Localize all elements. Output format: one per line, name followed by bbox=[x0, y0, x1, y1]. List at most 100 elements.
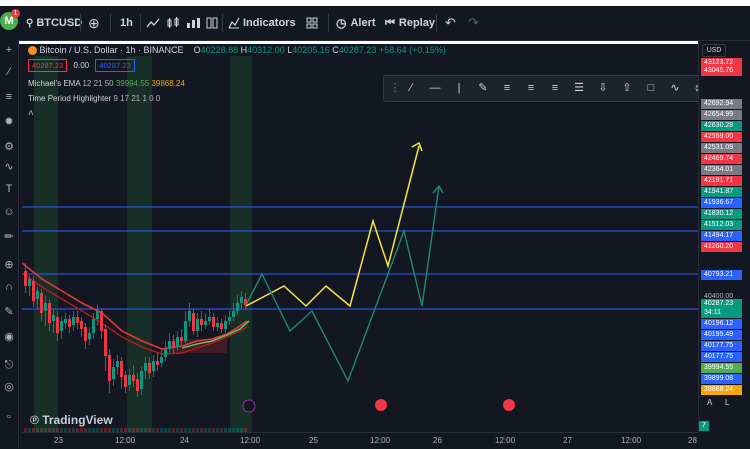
symbol-search[interactable]: ⚲ BTCUSD bbox=[26, 6, 82, 40]
redo-icon: ↷ bbox=[468, 15, 479, 30]
price-label: 39868.24 bbox=[701, 385, 742, 395]
ema-legend[interactable]: Michael's EMA 12 21 50 39994.55 39868.24 bbox=[28, 79, 185, 88]
fib-channel-icon[interactable]: ≡ bbox=[524, 81, 538, 95]
price-axis[interactable]: USD 43123.72 43045.76 42692.94 42654.99 4263… bbox=[698, 41, 750, 432]
candle-body bbox=[116, 361, 119, 367]
eye-icon[interactable]: ◎ bbox=[2, 380, 16, 394]
layout-type-button[interactable] bbox=[206, 6, 218, 40]
price-label: 41830.12 bbox=[701, 209, 742, 219]
lock-icon[interactable]: ⎋ bbox=[2, 358, 16, 372]
price-label: 42364.01 bbox=[701, 165, 742, 175]
rectangle-icon[interactable]: □ bbox=[644, 81, 658, 95]
path-icon[interactable]: ∿ bbox=[668, 81, 682, 95]
candle-type-button[interactable] bbox=[166, 6, 180, 40]
interval-label: 1h bbox=[120, 17, 133, 29]
buy-button[interactable]: 40287.23 bbox=[95, 59, 135, 72]
ruler-icon[interactable]: ✏ bbox=[2, 230, 16, 244]
candle-body bbox=[172, 341, 175, 347]
left-drawing-toolbar: + ∕ ≡ ✹ ⚙ ∿ T ☺ ✏ ⊕ ∩ ✎ ◉ ⎋ ◎ ▫ bbox=[0, 40, 19, 448]
projection-path-yellow[interactable] bbox=[245, 145, 420, 308]
candle-body bbox=[208, 317, 211, 321]
price-label: 40196.12 bbox=[701, 319, 742, 329]
separator bbox=[436, 14, 437, 32]
event-flag-icon[interactable] bbox=[242, 399, 256, 413]
time-axis[interactable]: 23 12:00 24 12:00 25 12:00 26 12:00 27 12:00 28 bbox=[22, 432, 698, 449]
parallel-channel-icon[interactable]: ≡ bbox=[500, 81, 514, 95]
currency-selector[interactable]: USD bbox=[702, 44, 726, 57]
price-label: 41936.67 bbox=[701, 198, 742, 208]
trend-line-tool-icon[interactable]: ∕ bbox=[404, 81, 418, 95]
visibility-icon[interactable]: ◉ bbox=[2, 330, 16, 344]
timezone-badge[interactable]: 7 bbox=[699, 421, 709, 431]
magnet-icon[interactable]: ∩ bbox=[2, 280, 16, 294]
candle-body bbox=[56, 317, 59, 333]
symbol-title: Bitcoin / U.S. Dollar · 1h · BINANCE bbox=[39, 45, 184, 55]
event-flag-icon[interactable] bbox=[503, 399, 515, 411]
pattern-icon[interactable]: ✹ bbox=[2, 115, 16, 129]
pencil-tool-icon[interactable]: ✎ bbox=[476, 81, 490, 95]
ohlc-l: L40205.16 bbox=[287, 45, 330, 55]
indicators-button[interactable]: Indicators bbox=[228, 6, 296, 40]
chart-type-button[interactable] bbox=[146, 6, 160, 40]
notification-badge: 1 bbox=[11, 9, 20, 18]
zoom-in-icon[interactable]: ⊕ bbox=[2, 258, 16, 272]
candle-body bbox=[240, 297, 243, 303]
time-label: 24 bbox=[180, 436, 189, 445]
top-toolbar: M 1 ⚲ BTCUSD ⊕ 1h Indicators ◷ Alert ⏮ R… bbox=[0, 0, 750, 44]
time-label: 12:00 bbox=[240, 436, 261, 445]
arrow-down-icon[interactable]: ⇩ bbox=[596, 81, 610, 95]
price-label: 39994.55 bbox=[701, 363, 742, 373]
crosshair-icon[interactable]: + bbox=[2, 43, 16, 57]
candle-body bbox=[24, 271, 27, 286]
projection-path-green[interactable] bbox=[245, 185, 440, 383]
candle-body bbox=[232, 311, 235, 317]
candle-body bbox=[64, 319, 67, 323]
projection-arrowhead-yellow bbox=[411, 141, 423, 152]
prediction-icon[interactable]: ⚙ bbox=[2, 140, 16, 154]
price-label: 42630.28 bbox=[701, 121, 742, 131]
templates-button[interactable] bbox=[306, 6, 318, 40]
trendline-icon[interactable]: ∕ bbox=[2, 65, 16, 79]
trash-icon[interactable]: ▫ bbox=[2, 410, 16, 424]
event-flag-icon[interactable] bbox=[375, 399, 387, 411]
candle-body bbox=[52, 315, 55, 321]
candle-body bbox=[200, 319, 203, 325]
candle-body bbox=[80, 321, 83, 329]
collapse-legend-button[interactable]: ˄ bbox=[28, 108, 34, 119]
log-scale-button[interactable]: L bbox=[725, 398, 729, 407]
candle-body bbox=[152, 361, 155, 371]
zigzag-icon[interactable]: ∿ bbox=[2, 160, 16, 174]
candle-body bbox=[128, 375, 131, 385]
fib-levels-icon[interactable]: ≡ bbox=[548, 81, 562, 95]
compare-symbol-button[interactable]: ⊕ bbox=[88, 6, 100, 40]
auto-scale-button[interactable]: A bbox=[707, 398, 712, 407]
drag-handle-icon[interactable]: ⋮ bbox=[388, 81, 402, 95]
price-label: 42531.09 bbox=[701, 143, 742, 153]
redo-button[interactable]: ↷ bbox=[468, 6, 479, 40]
candle-body bbox=[96, 311, 99, 319]
vertical-line-icon[interactable]: | bbox=[452, 81, 466, 95]
bar-type-button[interactable] bbox=[186, 6, 200, 40]
interval-button[interactable]: 1h bbox=[120, 6, 133, 40]
undo-button[interactable]: ↶ bbox=[445, 6, 456, 40]
emoji-icon[interactable]: ☺ bbox=[2, 205, 16, 219]
alert-button[interactable]: ◷ Alert bbox=[336, 6, 376, 40]
gann-icon[interactable]: ☰ bbox=[572, 81, 586, 95]
time-period-legend[interactable]: Time Period Highlighter 9 17 21 1 0 0 bbox=[28, 94, 160, 103]
price-label: 40177.75 bbox=[701, 352, 742, 362]
bars-icon bbox=[187, 18, 200, 28]
sell-button[interactable]: 40287.23 bbox=[28, 59, 68, 72]
lock-drawing-icon[interactable]: ✎ bbox=[2, 305, 16, 319]
candle-body bbox=[156, 361, 159, 365]
arrow-up-icon[interactable]: ⇧ bbox=[620, 81, 634, 95]
tradingview-watermark: ℗ TradingView bbox=[30, 413, 113, 427]
replay-button[interactable]: ⏮ Replay bbox=[385, 6, 435, 40]
text-icon[interactable]: T bbox=[2, 182, 16, 196]
candle-body bbox=[236, 303, 239, 311]
horizontal-ray-icon[interactable]: — bbox=[428, 81, 442, 95]
fib-retracement-icon[interactable]: ≡ bbox=[2, 90, 16, 104]
candle-body bbox=[108, 355, 111, 381]
price-label: 42692.94 bbox=[701, 99, 742, 109]
ohlc-c: C40287.23 bbox=[332, 45, 377, 55]
ohlc-change: +58.64 (+0.15%) bbox=[378, 45, 446, 55]
